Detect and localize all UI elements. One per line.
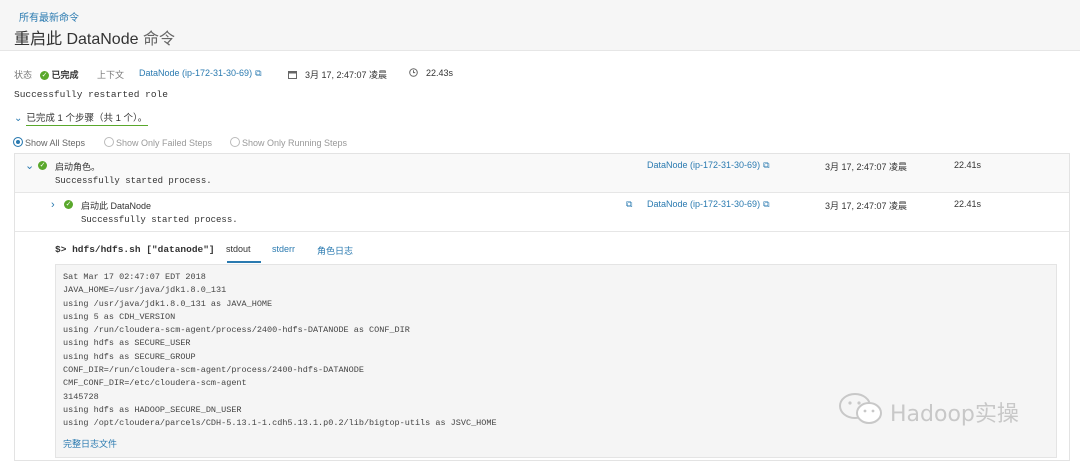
result-message: Successfully restarted role [14,89,168,100]
watermark: Hadoop实操 [838,390,1048,430]
command-time: 3月 17, 2:47:07 凌晨 [305,70,388,80]
page-title: 重启此 DataNode 命令 [14,25,175,49]
watermark-text: Hadoop实操 [890,402,1019,427]
duration-wrap: 22.43s [409,68,453,78]
full-log-link[interactable]: 完整日志文件 [63,437,117,450]
step-title: 启动此 DataNode [81,201,152,211]
command-meta: 状态 ✓ 已完成 上下文 DataNode (ip-172-31-30-69) ⧉… [14,68,1074,82]
filter-label: Show All Steps [25,138,86,148]
steps-underline [26,125,148,126]
radio-icon[interactable] [104,137,114,147]
title-text: 重启此 DataNode [14,31,139,48]
step-title: 启动角色。 [55,162,101,172]
external-link-icon[interactable]: ⧉ [255,68,261,79]
status-value: ✓ 已完成 [40,68,79,81]
context-label: 上下文 [97,70,125,80]
step-duration: 22.41s [954,199,982,209]
calendar-icon [288,71,297,79]
chevron-down-icon[interactable]: ⌄ [14,113,22,124]
page-header: 所有最新命令 重启此 DataNode 命令 [0,0,1080,51]
chevron-right-icon[interactable]: › [51,199,55,211]
step-context-link[interactable]: DataNode (ip-172-31-30-69) [647,160,760,170]
external-link-icon[interactable]: ⧉ [626,199,632,210]
log-text: Sat Mar 17 02:47:07 EDT 2018 JAVA_HOME=/… [63,272,497,429]
filter-label: Show Only Failed Steps [116,138,213,148]
steps-summary: 已完成 1 个步骤（共 1 个）。 [26,113,148,124]
check-circle-icon: ✓ [64,200,73,210]
title-command-word: 命令 [142,31,175,48]
check-circle-icon: ✓ [38,161,47,171]
chevron-down-icon[interactable]: ⌄ [25,159,34,172]
filter-label: Show Only Running Steps [242,138,348,148]
external-link-icon[interactable]: ⧉ [763,199,769,210]
step-context-wrap[interactable]: DataNode (ip-172-31-30-69) ⧉ [647,160,770,171]
time-wrap: 3月 17, 2:47:07 凌晨 [288,68,387,81]
step-context-link[interactable]: DataNode (ip-172-31-30-69) [647,199,760,209]
tab-stdout[interactable]: stdout [226,244,251,254]
step-row: ⌄ ✓ 启动角色。 Successfully started process. … [15,154,1069,193]
steps-toggle[interactable]: ⌄ 已完成 1 个步骤（共 1 个）。 [14,110,147,124]
status-text: 已完成 [51,70,79,80]
tab-stderr[interactable]: stderr [272,244,295,254]
step-duration: 22.41s [954,160,982,170]
output-tabs: $> hdfs/hdfs.sh ["datanode"] stdout stde… [15,241,1069,263]
step-time: 3月 17, 2:47:07 凌晨 [825,201,908,211]
command-duration: 22.43s [426,68,454,78]
filter-show-running[interactable]: Show Only Running Steps [230,137,347,148]
clock-icon [409,68,418,77]
step-detail: Successfully started process. [81,215,238,225]
check-circle-icon: ✓ [40,71,49,81]
context-link[interactable]: DataNode (ip-172-31-30-69) [139,68,252,78]
context-link-wrap[interactable]: DataNode (ip-172-31-30-69) ⧉ [139,68,262,79]
radio-icon[interactable] [230,137,240,147]
step-time: 3月 17, 2:47:07 凌晨 [825,162,908,172]
breadcrumb-all-recent-commands[interactable]: 所有最新命令 [19,9,79,24]
step-detail: Successfully started process. [55,176,212,186]
filter-show-failed[interactable]: Show Only Failed Steps [104,137,212,148]
command-line: $> hdfs/hdfs.sh ["datanode"] [55,244,215,255]
tab-role-log[interactable]: 角色日志 [317,244,353,257]
status-label: 状态 [14,70,33,80]
external-link-icon[interactable]: ⧉ [763,160,769,171]
step-context-wrap[interactable]: DataNode (ip-172-31-30-69) ⧉ [647,199,770,210]
active-tab-underline [227,261,261,263]
wechat-icon [839,393,882,424]
filter-show-all[interactable]: Show All Steps [13,137,85,148]
step-row: › ✓ 启动此 DataNode Successfully started pr… [15,193,1069,232]
radio-selected-icon[interactable] [13,137,23,147]
